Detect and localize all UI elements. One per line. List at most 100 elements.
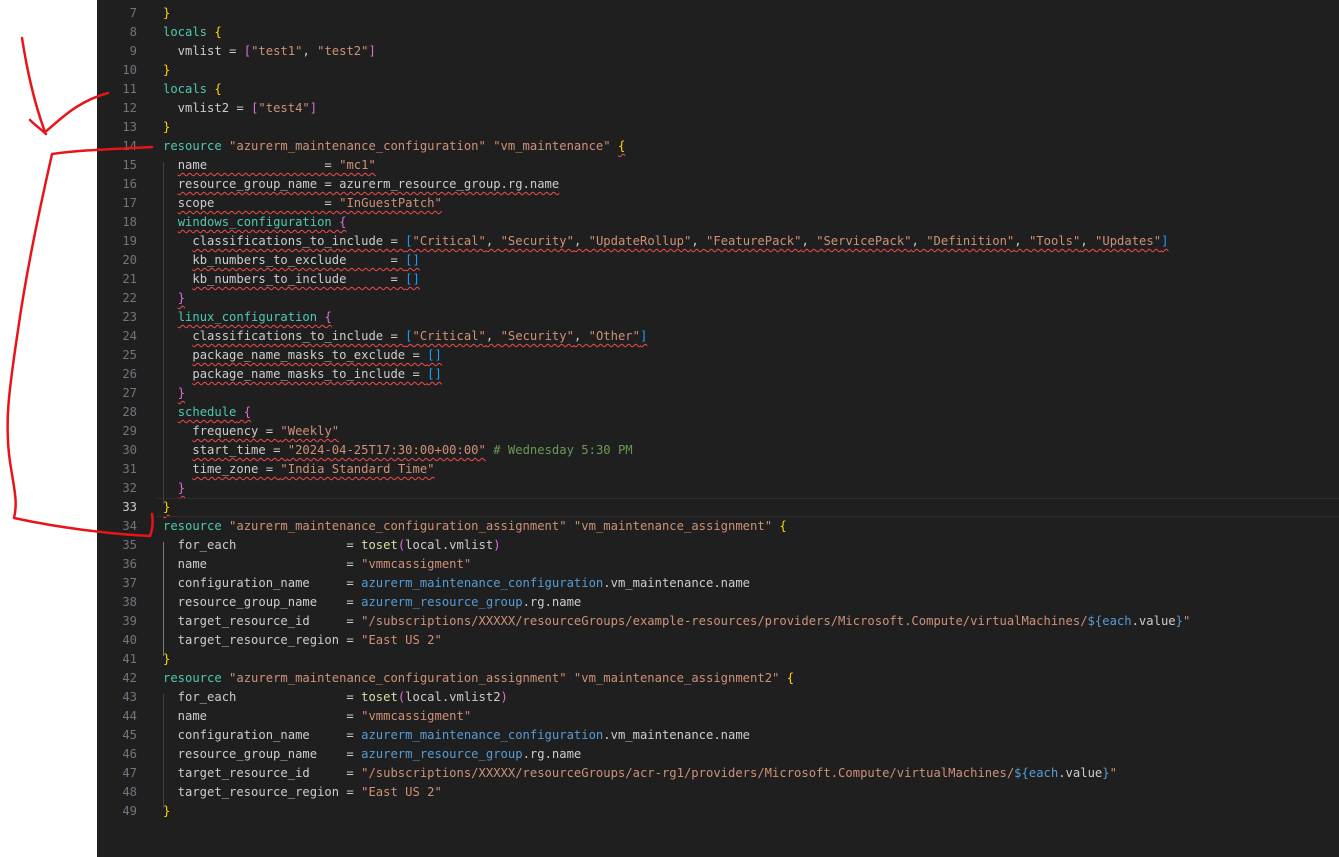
code-line-13[interactable]: 13} <box>97 118 1339 137</box>
code-token: kb_numbers_to_exclude = <box>192 253 406 267</box>
code-token: [] <box>405 253 420 267</box>
line-text: } <box>163 289 185 308</box>
code-token: [ <box>243 44 252 58</box>
code-token: resource <box>163 519 222 533</box>
code-line-44[interactable]: 44 name = "vmmcassigment" <box>97 707 1339 726</box>
line-number: 19 <box>122 234 137 248</box>
line-text: kb_numbers_to_exclude = [] <box>163 251 420 270</box>
code-line-9[interactable]: 9 vmlist = ["test1", "test2"] <box>97 42 1339 61</box>
code-line-43[interactable]: 43 for_each = toset(local.vmlist2) <box>97 688 1339 707</box>
code-line-24[interactable]: 24 classifications_to_include = ["Critic… <box>97 327 1339 346</box>
code-line-20[interactable]: 20 kb_numbers_to_exclude = [] <box>97 251 1339 270</box>
code-line-18[interactable]: 18 windows_configuration { <box>97 213 1339 232</box>
code-line-17[interactable]: 17 scope = "InGuestPatch" <box>97 194 1339 213</box>
code-line-23[interactable]: 23 linux_configuration { <box>97 308 1339 327</box>
code-token: { <box>617 139 626 153</box>
line-text: package_name_masks_to_include = [] <box>163 365 442 384</box>
code-token: "vm_maintenance_assignment" <box>573 519 773 533</box>
code-line-42[interactable]: 42 resource "azurerm_maintenance_configur… <box>97 669 1339 688</box>
code-token: ] <box>640 329 648 343</box>
line-text: resource "azurerm_maintenance_configurat… <box>163 517 787 536</box>
code-line-27[interactable]: 27 } <box>97 384 1339 403</box>
code-token: } <box>1175 614 1183 628</box>
code-line-22[interactable]: 22 } <box>97 289 1339 308</box>
line-number: 44 <box>122 709 137 723</box>
code-line-12[interactable]: 12 vmlist2 = ["test4"] <box>97 99 1339 118</box>
code-token: # Wednesday 5:30 PM <box>493 443 633 457</box>
code-line-34[interactable]: 34 resource "azurerm_maintenance_configur… <box>97 517 1339 536</box>
line-text: } <box>163 479 185 498</box>
code-token: name = <box>163 709 362 723</box>
line-text: name = "vmmcassigment" <box>163 555 472 574</box>
code-token: "FeaturePack" <box>706 234 802 248</box>
code-token: [ <box>405 329 413 343</box>
code-line-16[interactable]: 16 resource_group_name = azurerm_resourc… <box>97 175 1339 194</box>
code-line-14[interactable]: 14 resource "azurerm_maintenance_configur… <box>97 137 1339 156</box>
code-line-7[interactable]: 7} <box>97 4 1339 23</box>
code-line-36[interactable]: 36 name = "vmmcassigment" <box>97 555 1339 574</box>
code-line-32[interactable]: 32 } <box>97 479 1339 498</box>
code-line-38[interactable]: 38 resource_group_name = azurerm_resourc… <box>97 593 1339 612</box>
code-token: .value <box>1131 614 1176 628</box>
code-line-46[interactable]: 46 resource_group_name = azurerm_resourc… <box>97 745 1339 764</box>
line-text: } <box>163 802 170 821</box>
code-token: for_each = <box>163 538 362 552</box>
code-line-10[interactable]: 10} <box>97 61 1339 80</box>
line-text: } <box>163 4 170 23</box>
code-line-29[interactable]: 29 frequency = "Weekly" <box>97 422 1339 441</box>
code-line-26[interactable]: 26 package_name_masks_to_include = [] <box>97 365 1339 384</box>
line-number: 32 <box>122 481 137 495</box>
code-line-39[interactable]: 39 target_resource_id = "/subscriptions/… <box>97 612 1339 631</box>
code-token: target_resource_region = <box>163 785 362 799</box>
code-line-48[interactable]: 48 target_resource_region = "East US 2" <box>97 783 1339 802</box>
code-line-31[interactable]: 31 time_zone = "India Standard Time" <box>97 460 1339 479</box>
code-token: , <box>573 329 589 343</box>
code-line-41[interactable]: 41} <box>97 650 1339 669</box>
code-token: , <box>691 234 707 248</box>
code-token: linux_configuration <box>177 310 318 324</box>
line-text: target_resource_id = "/subscriptions/XXX… <box>163 612 1191 631</box>
code-token: locals <box>163 25 208 39</box>
code-token: "test4" <box>258 101 310 115</box>
code-line-49[interactable]: 49} <box>97 802 1339 821</box>
code-token: frequency = <box>192 424 281 438</box>
code-token: ] <box>368 44 376 58</box>
code-token: target_resource_region = <box>163 633 362 647</box>
code-token: ] <box>309 101 318 115</box>
line-number: 30 <box>122 443 137 457</box>
code-token: schedule <box>177 405 237 419</box>
code-token: } <box>163 6 171 20</box>
code-line-33[interactable]: 33} <box>97 498 1339 517</box>
code-editor[interactable]: 6 location = "South India"7}8locals {9 v… <box>97 0 1339 857</box>
code-line-30[interactable]: 30 start_time = "2024-04-25T17:30:00+00:… <box>97 441 1339 460</box>
code-line-35[interactable]: 35 for_each = toset(local.vmlist) <box>97 536 1339 555</box>
code-line-47[interactable]: 47 target_resource_id = "/subscriptions/… <box>97 764 1339 783</box>
code-token: for_each = <box>163 690 362 704</box>
code-token: target_resource_id = <box>163 766 362 780</box>
code-token: } <box>163 804 171 818</box>
code-line-25[interactable]: 25 package_name_masks_to_exclude = [] <box>97 346 1339 365</box>
code-line-11[interactable]: 11 locals { <box>97 80 1339 99</box>
line-text: resource_group_name = azurerm_resource_g… <box>163 593 582 612</box>
line-number: 34 <box>122 519 137 533</box>
code-token: configuration_name = <box>163 576 362 590</box>
code-line-19[interactable]: 19 classifications_to_include = ["Critic… <box>97 232 1339 251</box>
line-text: configuration_name = azurerm_maintenance… <box>163 574 750 593</box>
code-line-40[interactable]: 40 target_resource_region = "East US 2" <box>97 631 1339 650</box>
code-line-45[interactable]: 45 configuration_name = azurerm_maintena… <box>97 726 1339 745</box>
code-token: "vm_maintenance" <box>493 139 611 153</box>
code-token: "InGuestPatch" <box>339 196 442 210</box>
code-token: location = <box>163 0 258 1</box>
line-text: kb_numbers_to_include = [] <box>163 270 419 289</box>
code-token: { <box>324 310 332 324</box>
code-token: [] <box>427 367 442 381</box>
code-line-21[interactable]: 21 kb_numbers_to_include = [] <box>97 270 1339 289</box>
code-line-15[interactable]: 15 name = "mc1" <box>97 156 1339 175</box>
code-line-37[interactable]: 37 configuration_name = azurerm_maintena… <box>97 574 1339 593</box>
line-number: 38 <box>122 595 137 609</box>
code-line-8[interactable]: 8 locals { <box>97 23 1339 42</box>
code-line-28[interactable]: 28 schedule { <box>97 403 1339 422</box>
